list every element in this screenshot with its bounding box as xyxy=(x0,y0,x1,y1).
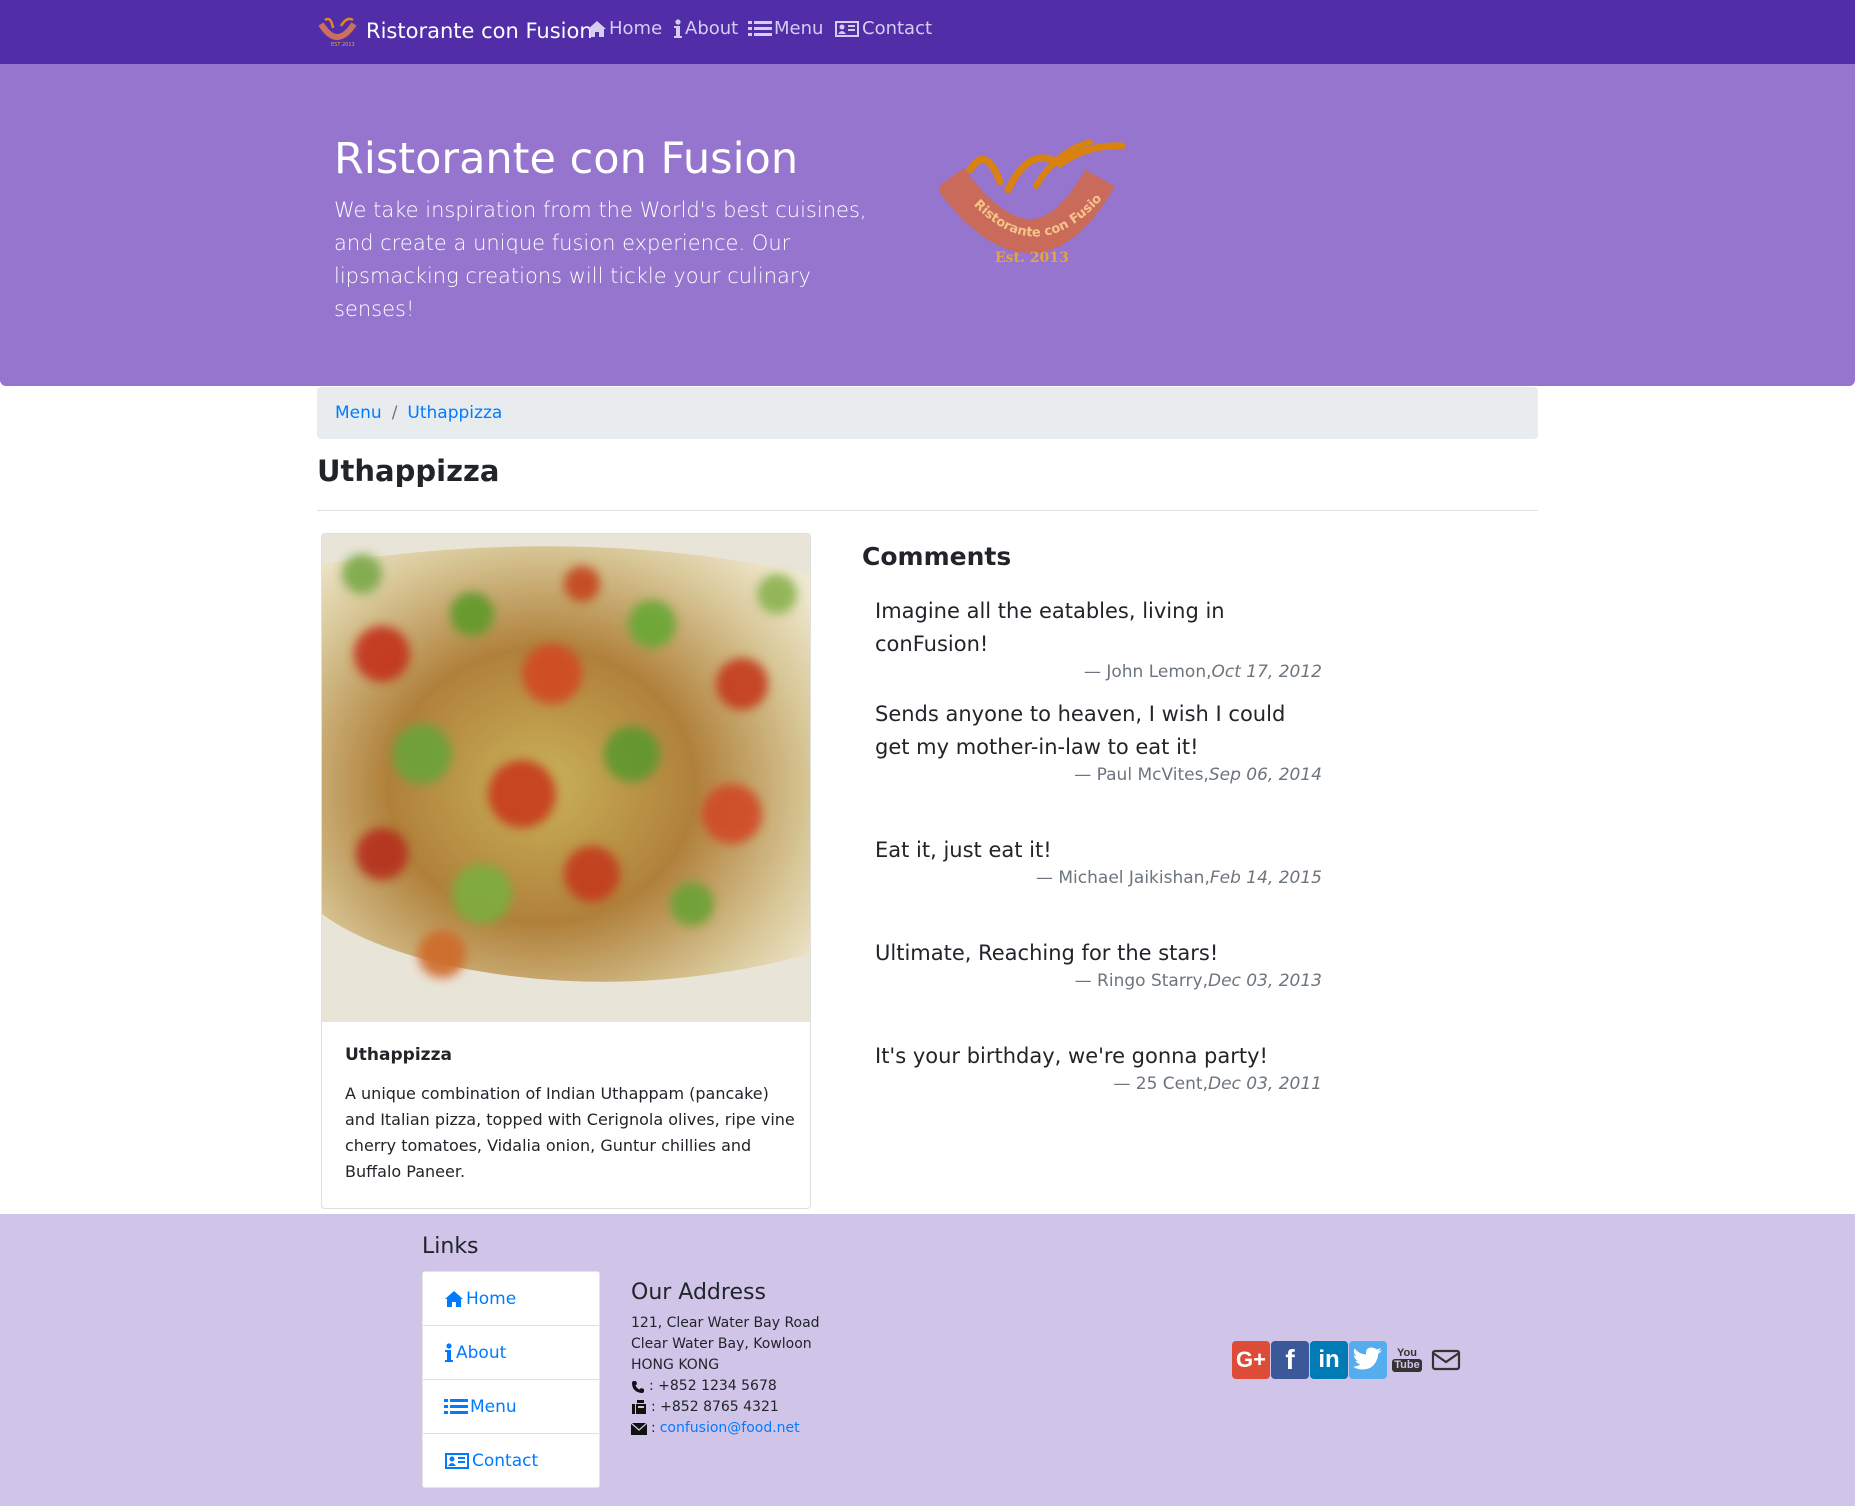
page-title: Uthappizza xyxy=(317,454,500,488)
address-line: 121, Clear Water Bay Road xyxy=(631,1315,820,1331)
linkedin-icon[interactable]: in xyxy=(1310,1341,1348,1379)
comment-date: Dec 03, 2011 xyxy=(1207,1074,1322,1094)
email-link[interactable]: confusion@food.net xyxy=(660,1418,800,1439)
footer-link-contact[interactable]: Contact xyxy=(423,1434,599,1487)
dish-image xyxy=(322,534,810,1022)
comment-author: — 25 Cent, xyxy=(1113,1074,1208,1094)
divider xyxy=(317,510,1538,511)
mail-icon[interactable] xyxy=(1427,1341,1465,1379)
comment-date: Oct 17, 2012 xyxy=(1211,662,1323,682)
comment-meta: — John Lemon,Oct 17, 2012 xyxy=(875,661,1322,683)
jumbotron xyxy=(0,64,1855,386)
breadcrumb-menu[interactable]: Menu xyxy=(335,403,382,423)
comment-meta: — Paul McVites,Sep 06, 2014 xyxy=(875,764,1322,786)
jumbotron-text: We take inspiration from the World's bes… xyxy=(334,198,867,321)
brand-name: Ristorante con Fusion xyxy=(366,19,593,43)
nav-home[interactable]: Home xyxy=(587,18,662,39)
comment-text: Imagine all the eatables, living in conF… xyxy=(875,599,1225,656)
comment-author: — Ringo Starry, xyxy=(1074,971,1208,991)
nav-contact-label: Contact xyxy=(862,18,933,39)
facebook-icon[interactable]: f xyxy=(1271,1341,1309,1379)
address-card-icon xyxy=(835,20,859,37)
envelope-icon xyxy=(631,1422,647,1435)
nav-home-label: Home xyxy=(609,18,663,39)
fax-icon xyxy=(632,1400,646,1414)
footer-link-label: About xyxy=(456,1342,507,1363)
footer-link-menu[interactable]: Menu xyxy=(423,1380,599,1434)
list-icon xyxy=(748,20,772,36)
phone-number: : +852 1234 5678 xyxy=(649,1378,777,1394)
svg-text:EST 2013: EST 2013 xyxy=(331,42,355,48)
footer-link-label: Home xyxy=(466,1288,517,1309)
comment-meta: — Ringo Starry,Dec 03, 2013 xyxy=(875,970,1322,992)
comment-date: Sep 06, 2014 xyxy=(1208,765,1322,785)
twitter-bird-shape xyxy=(1353,1347,1382,1370)
footer-link-label: Menu xyxy=(470,1396,517,1417)
navbar-brand[interactable]: EST 2013 Ristorante con Fusion xyxy=(317,14,593,48)
email-line: : confusion@food.net xyxy=(631,1418,820,1439)
footer-link-home[interactable]: Home xyxy=(423,1272,599,1326)
fax-line: : +852 8765 4321 xyxy=(631,1397,820,1418)
info-icon xyxy=(674,18,682,38)
navbar: EST 2013 Ristorante con Fusion Home Abou… xyxy=(0,0,1855,64)
mail-envelope-shape xyxy=(1431,1349,1461,1371)
footer-link-label: Contact xyxy=(472,1450,539,1471)
address-block: 121, Clear Water Bay Road Clear Water Ba… xyxy=(631,1313,820,1439)
nav-menu-label: Menu xyxy=(774,18,824,39)
comment-text: Ultimate, Reaching for the stars! xyxy=(875,941,1219,965)
breadcrumb-current[interactable]: Uthappizza xyxy=(407,403,502,423)
list-icon xyxy=(444,1398,468,1414)
email-prefix: : xyxy=(651,1420,656,1436)
home-icon xyxy=(445,1290,463,1307)
fax-number: : +852 8765 4321 xyxy=(651,1399,779,1415)
footer xyxy=(0,1214,1855,1506)
comment-text: It's your birthday, we're gonna party! xyxy=(875,1044,1268,1068)
jumbotron-title: Ristorante con Fusion xyxy=(334,134,799,184)
address-line: Clear Water Bay, Kowloon xyxy=(631,1336,812,1352)
logo-est: Est. 2013 xyxy=(995,250,1069,266)
comment-item: Sends anyone to heaven, I wish I could g… xyxy=(875,698,1322,786)
dish-description: A unique combination of Indian Uthappam … xyxy=(345,1084,795,1181)
breadcrumb-separator: / xyxy=(391,403,398,423)
nav-about[interactable]: About xyxy=(673,18,738,39)
comment-item: Imagine all the eatables, living in conF… xyxy=(875,595,1322,683)
dish-card: Uthappizza A unique combination of India… xyxy=(321,533,811,1209)
twitter-icon[interactable] xyxy=(1349,1341,1387,1379)
nav-contact[interactable]: Contact xyxy=(834,18,932,39)
links-heading: Links xyxy=(422,1234,479,1259)
comment-date: Feb 14, 2015 xyxy=(1209,868,1322,888)
comment-author: — John Lemon, xyxy=(1083,662,1212,682)
youtube-icon[interactable]: You Tube xyxy=(1388,1341,1426,1379)
comment-text: Sends anyone to heaven, I wish I could g… xyxy=(875,702,1286,759)
nav-about-label: About xyxy=(685,18,739,39)
dish-card-title: Uthappizza xyxy=(345,1045,452,1065)
social-links: G+ f in You Tube xyxy=(1232,1341,1465,1379)
comment-author: — Paul McVites, xyxy=(1074,765,1209,785)
address-card-icon xyxy=(445,1452,469,1469)
comment-text: Eat it, just eat it! xyxy=(875,838,1052,862)
footer-links: Home About Menu Contact xyxy=(422,1271,600,1488)
comments-heading: Comments xyxy=(862,542,1012,571)
address-line: HONG KONG xyxy=(631,1357,720,1373)
comment-meta: — 25 Cent,Dec 03, 2011 xyxy=(875,1073,1322,1095)
home-icon xyxy=(588,20,606,37)
address-heading: Our Address xyxy=(631,1280,766,1305)
google-plus-icon[interactable]: G+ xyxy=(1232,1341,1270,1379)
info-icon xyxy=(445,1342,453,1362)
comment-item: Eat it, just eat it! — Michael Jaikishan… xyxy=(875,834,1322,889)
comment-item: Ultimate, Reaching for the stars! — Ring… xyxy=(875,937,1322,992)
footer-link-about[interactable]: About xyxy=(423,1326,599,1380)
restaurant-logo: Ristorante con Fusion Est. 2013 xyxy=(940,134,1126,266)
comment-item: It's your birthday, we're gonna party! —… xyxy=(875,1040,1322,1095)
comment-author: — Michael Jaikishan, xyxy=(1035,868,1210,888)
brand-logo-icon: EST 2013 xyxy=(318,17,357,48)
breadcrumb: Menu / Uthappizza xyxy=(317,387,1538,439)
phone-icon xyxy=(632,1380,644,1393)
comment-date: Dec 03, 2013 xyxy=(1207,971,1322,991)
comment-meta: — Michael Jaikishan,Feb 14, 2015 xyxy=(875,867,1322,889)
nav-menu[interactable]: Menu xyxy=(748,18,823,39)
phone-line: : +852 1234 5678 xyxy=(631,1376,820,1397)
